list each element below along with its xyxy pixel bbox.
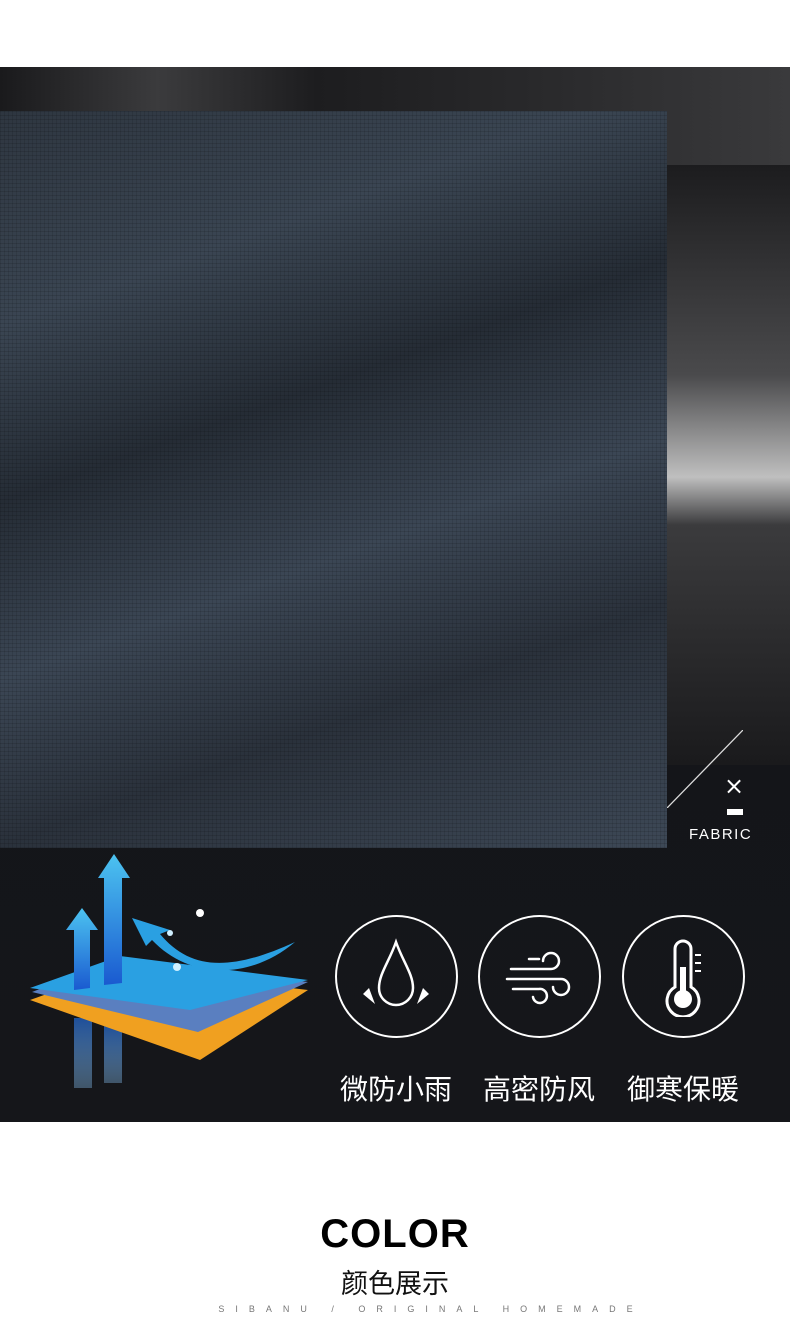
brand-tagline: SIBANU / ORIGINAL HOMEMADE: [218, 1304, 644, 1314]
arrow-down-right: [104, 1025, 122, 1083]
feature-rain: 微防小雨: [334, 915, 458, 1108]
water-drop-icon: [334, 915, 458, 1038]
background-photo-side: [667, 165, 790, 765]
arrow-down-left: [74, 1018, 92, 1088]
fabric-layers-diagram: [30, 854, 308, 1088]
color-section-subtitle: 颜色展示: [341, 1269, 449, 1300]
wind-icon: [477, 915, 601, 1038]
feature-label: 微防小雨: [339, 1073, 452, 1106]
fabric-mark: ×: [724, 772, 745, 800]
fabric-label: FABRIC: [689, 826, 753, 843]
color-section-title: COLOR: [320, 1212, 470, 1256]
feature-warm: 御寒保暖: [621, 915, 745, 1108]
feature-label: 御寒保暖: [626, 1073, 739, 1106]
thermometer-icon: [621, 915, 745, 1038]
dash-decoration: [727, 809, 743, 815]
feature-label: 高密防风: [482, 1073, 595, 1106]
fabric-closeup-photo: [0, 111, 667, 848]
feature-wind: 高密防风: [477, 915, 601, 1108]
